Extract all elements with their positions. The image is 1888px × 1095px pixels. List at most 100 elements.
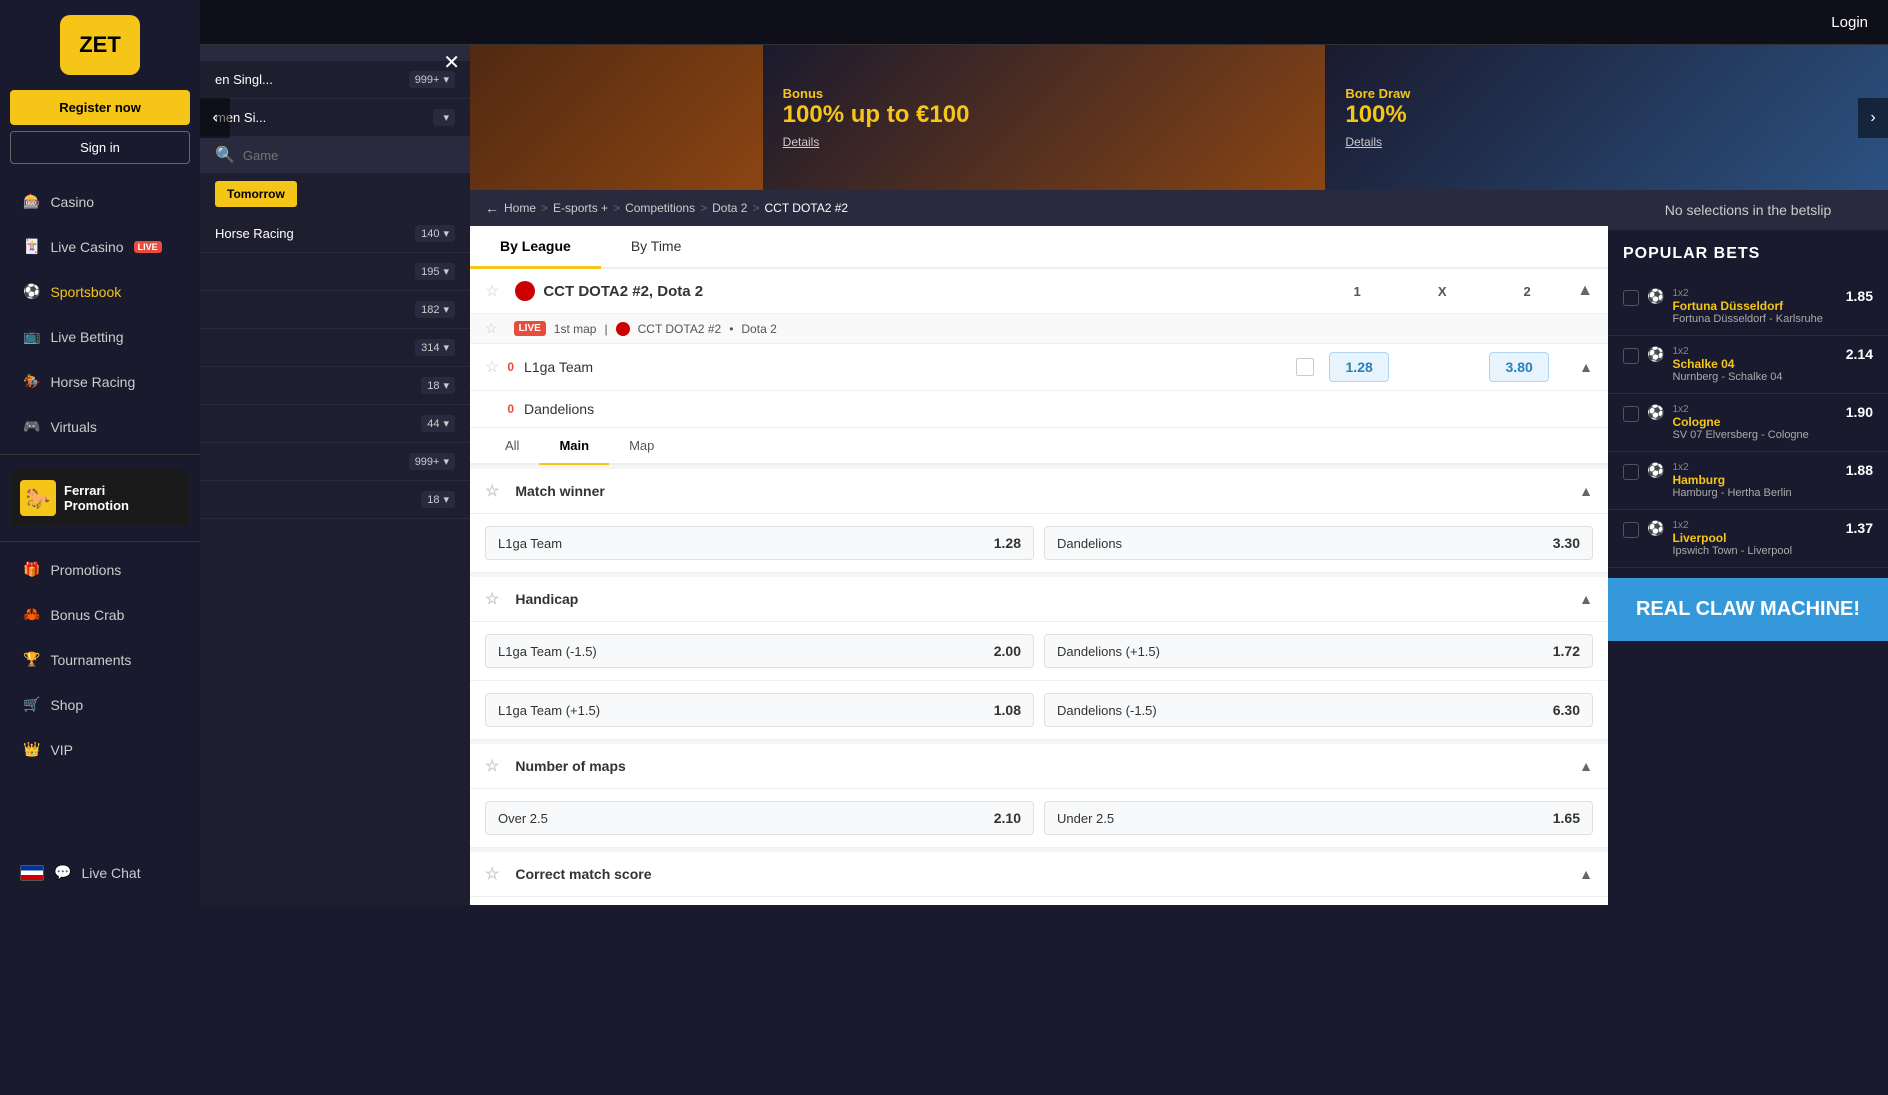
tab-by-time[interactable]: By Time xyxy=(601,226,712,269)
sidebar-item-vip[interactable]: 👑 VIP xyxy=(0,727,200,772)
sidebar-item-sportsbook[interactable]: ⚽ Sportsbook xyxy=(0,269,200,314)
bet-team-2[interactable]: Cologne xyxy=(1672,415,1837,429)
collapse-icon-0[interactable]: ▲ xyxy=(1579,483,1593,499)
star-icon-market-0[interactable]: ☆ xyxy=(485,481,499,501)
login-button[interactable]: Login xyxy=(1831,14,1868,31)
claw-machine-banner[interactable]: REAL CLAW MACHINE! xyxy=(1608,578,1888,641)
bet-item-handicap-team2-0[interactable]: Dandelions (+1.5) 1.72 xyxy=(1044,634,1593,668)
sub-tab-all[interactable]: All xyxy=(485,428,539,465)
breadcrumb-home[interactable]: Home xyxy=(504,201,536,215)
count-badge-1: 195 ▾ xyxy=(415,263,455,280)
bet-market-header-1[interactable]: ☆ Handicap ▲ xyxy=(470,577,1608,622)
sidebar-item-live-betting[interactable]: 📺 Live Betting xyxy=(0,314,200,359)
bet-type-1: 1x2 xyxy=(1672,346,1837,357)
sidebar-item-promotions[interactable]: 🎁 Promotions xyxy=(0,547,200,592)
banner-prev-button[interactable]: ‹ xyxy=(200,98,230,138)
sidebar-item-tournaments[interactable]: 🏆 Tournaments xyxy=(0,637,200,682)
sidebar-item-bonus-crab[interactable]: 🦀 Bonus Crab xyxy=(0,592,200,637)
team1-odds-btn[interactable]: 1.28 xyxy=(1329,352,1389,382)
bet-team-4[interactable]: Liverpool xyxy=(1672,531,1837,545)
left-panel-item-1[interactable]: 195 ▾ xyxy=(200,253,470,291)
bet-odds-handicap-t1-1: 1.08 xyxy=(994,702,1021,718)
left-panel-item-2[interactable]: 182 ▾ xyxy=(200,291,470,329)
bet-checkbox-2[interactable] xyxy=(1623,406,1639,422)
bet-team-3[interactable]: Hamburg xyxy=(1672,473,1837,487)
bet-checkbox-0[interactable] xyxy=(1623,290,1639,306)
sidebar-item-horse-racing[interactable]: 🏇 Horse Racing xyxy=(0,359,200,404)
sportsbook-icon: ⚽ xyxy=(23,283,40,300)
sidebar-item-live-casino[interactable]: 🃏 Live Casino LIVE xyxy=(0,224,200,269)
chevron-up-icon[interactable]: ▲ xyxy=(1579,359,1593,375)
bet-checkbox-1[interactable] xyxy=(1623,348,1639,364)
bet-team-0[interactable]: Fortuna Düsseldorf xyxy=(1672,299,1837,313)
bet-item-handicap-team1-1[interactable]: L1ga Team (+1.5) 1.08 xyxy=(485,693,1034,727)
banner-next-button[interactable]: › xyxy=(1858,98,1888,138)
bet-match-3: Hamburg - Hertha Berlin xyxy=(1672,487,1837,499)
banner-details-3[interactable]: Details xyxy=(1345,135,1410,149)
collapse-icon-3[interactable]: ▲ xyxy=(1579,866,1593,882)
bet-row-0-0: L1ga Team 1.28 Dandelions 3.30 xyxy=(470,514,1608,573)
sub-tab-main[interactable]: Main xyxy=(539,428,609,465)
chevron-icon-0: ▾ xyxy=(443,227,449,240)
breadcrumb-esports[interactable]: E-sports + xyxy=(553,201,608,215)
collapse-icon-2[interactable]: ▲ xyxy=(1579,758,1593,774)
star-icon-match[interactable]: ☆ xyxy=(485,320,498,337)
sidebar-item-live-chat[interactable]: 💬 Live Chat xyxy=(0,850,200,895)
tomorrow-button[interactable]: Tomorrow xyxy=(215,190,297,207)
sidebar-item-virtuals[interactable]: 🎮 Virtuals xyxy=(0,404,200,449)
left-panel-item-4[interactable]: 18 ▾ xyxy=(200,367,470,405)
logo-box[interactable]: ZET xyxy=(60,15,140,75)
tab-by-league[interactable]: By League xyxy=(470,226,601,269)
team1-row: ☆ 0 L1ga Team 1.28 3.80 ▲ xyxy=(470,344,1608,391)
bet-item-handicap-team1-0[interactable]: L1ga Team (-1.5) 2.00 xyxy=(485,634,1034,668)
breadcrumb-competitions[interactable]: Competitions xyxy=(625,201,695,215)
team2-score: 0 xyxy=(507,402,514,416)
collapse-icon-1[interactable]: ▲ xyxy=(1579,591,1593,607)
banner-details-2[interactable]: Details xyxy=(783,135,970,149)
bet-checkbox-4[interactable] xyxy=(1623,522,1639,538)
dot-sep: • xyxy=(729,322,733,336)
left-panel-item-5[interactable]: 44 ▾ xyxy=(200,405,470,443)
register-button[interactable]: Register now xyxy=(10,90,190,125)
breadcrumb-dota2[interactable]: Dota 2 xyxy=(712,201,747,215)
bet-item-team2-0[interactable]: Dandelions 3.30 xyxy=(1044,526,1593,560)
bet-checkbox-3[interactable] xyxy=(1623,464,1639,480)
star-icon-market-1[interactable]: ☆ xyxy=(485,589,499,609)
bet-item-team1-0[interactable]: L1ga Team 1.28 xyxy=(485,526,1034,560)
back-button[interactable]: ← xyxy=(485,200,499,216)
bet-item-handicap-team2-1[interactable]: Dandelions (-1.5) 6.30 xyxy=(1044,693,1593,727)
left-panel-item-0[interactable]: Horse Racing 140 ▾ xyxy=(200,215,470,253)
banner-big-text-2: 100% up to €100 xyxy=(783,101,970,130)
claw-machine-text: REAL CLAW MACHINE! xyxy=(1623,598,1873,621)
bet-market-header-2[interactable]: ☆ Number of maps ▲ xyxy=(470,744,1608,789)
sub-tab-map[interactable]: Map xyxy=(609,428,674,465)
bet-market-header-3[interactable]: ☆ Correct match score ▲ xyxy=(470,852,1608,897)
left-panel-item-6[interactable]: 999+ ▾ xyxy=(200,443,470,481)
chevron-icon-7: ▾ xyxy=(443,493,449,506)
betting-area: ← Home > E-sports + > Competitions > Dot… xyxy=(470,190,1608,905)
bet-odds-handicap-t1-0: 2.00 xyxy=(994,643,1021,659)
bet-item-maps-2[interactable]: Under 2.5 1.65 xyxy=(1044,801,1593,835)
collapse-icon[interactable]: ▲ xyxy=(1577,282,1593,300)
chat-icon[interactable] xyxy=(1296,358,1314,376)
star-icon-team1[interactable]: ☆ xyxy=(485,357,499,377)
sidebar-item-casino[interactable]: 🎰 Casino xyxy=(0,179,200,224)
sport-label-0: Horse Racing xyxy=(215,226,294,241)
star-icon-market-3[interactable]: ☆ xyxy=(485,864,499,884)
bet-item-maps-1[interactable]: Over 2.5 2.10 xyxy=(485,801,1034,835)
ferrari-promo[interactable]: 🐎 FerrariPromotion xyxy=(10,470,190,526)
bet-type-0: 1x2 xyxy=(1672,288,1837,299)
signin-button[interactable]: Sign in xyxy=(10,131,190,164)
bet-market-header-0[interactable]: ☆ Match winner ▲ xyxy=(470,469,1608,514)
sidebar-label-shop: Shop xyxy=(50,697,83,713)
bet-team-1[interactable]: Schalke 04 xyxy=(1672,357,1837,371)
team1-odds2-btn[interactable]: 3.80 xyxy=(1489,352,1549,382)
left-panel-item-7[interactable]: 18 ▾ xyxy=(200,481,470,519)
star-icon-market-2[interactable]: ☆ xyxy=(485,756,499,776)
star-icon-market[interactable]: ☆ xyxy=(485,281,499,301)
bet-match-4: Ipswich Town - Liverpool xyxy=(1672,545,1837,557)
sidebar-item-shop[interactable]: 🛒 Shop xyxy=(0,682,200,727)
tournaments-icon: 🏆 xyxy=(23,651,40,668)
sidebar-buttons: Register now Sign in xyxy=(0,90,200,174)
left-panel-item-3[interactable]: 314 ▾ xyxy=(200,329,470,367)
